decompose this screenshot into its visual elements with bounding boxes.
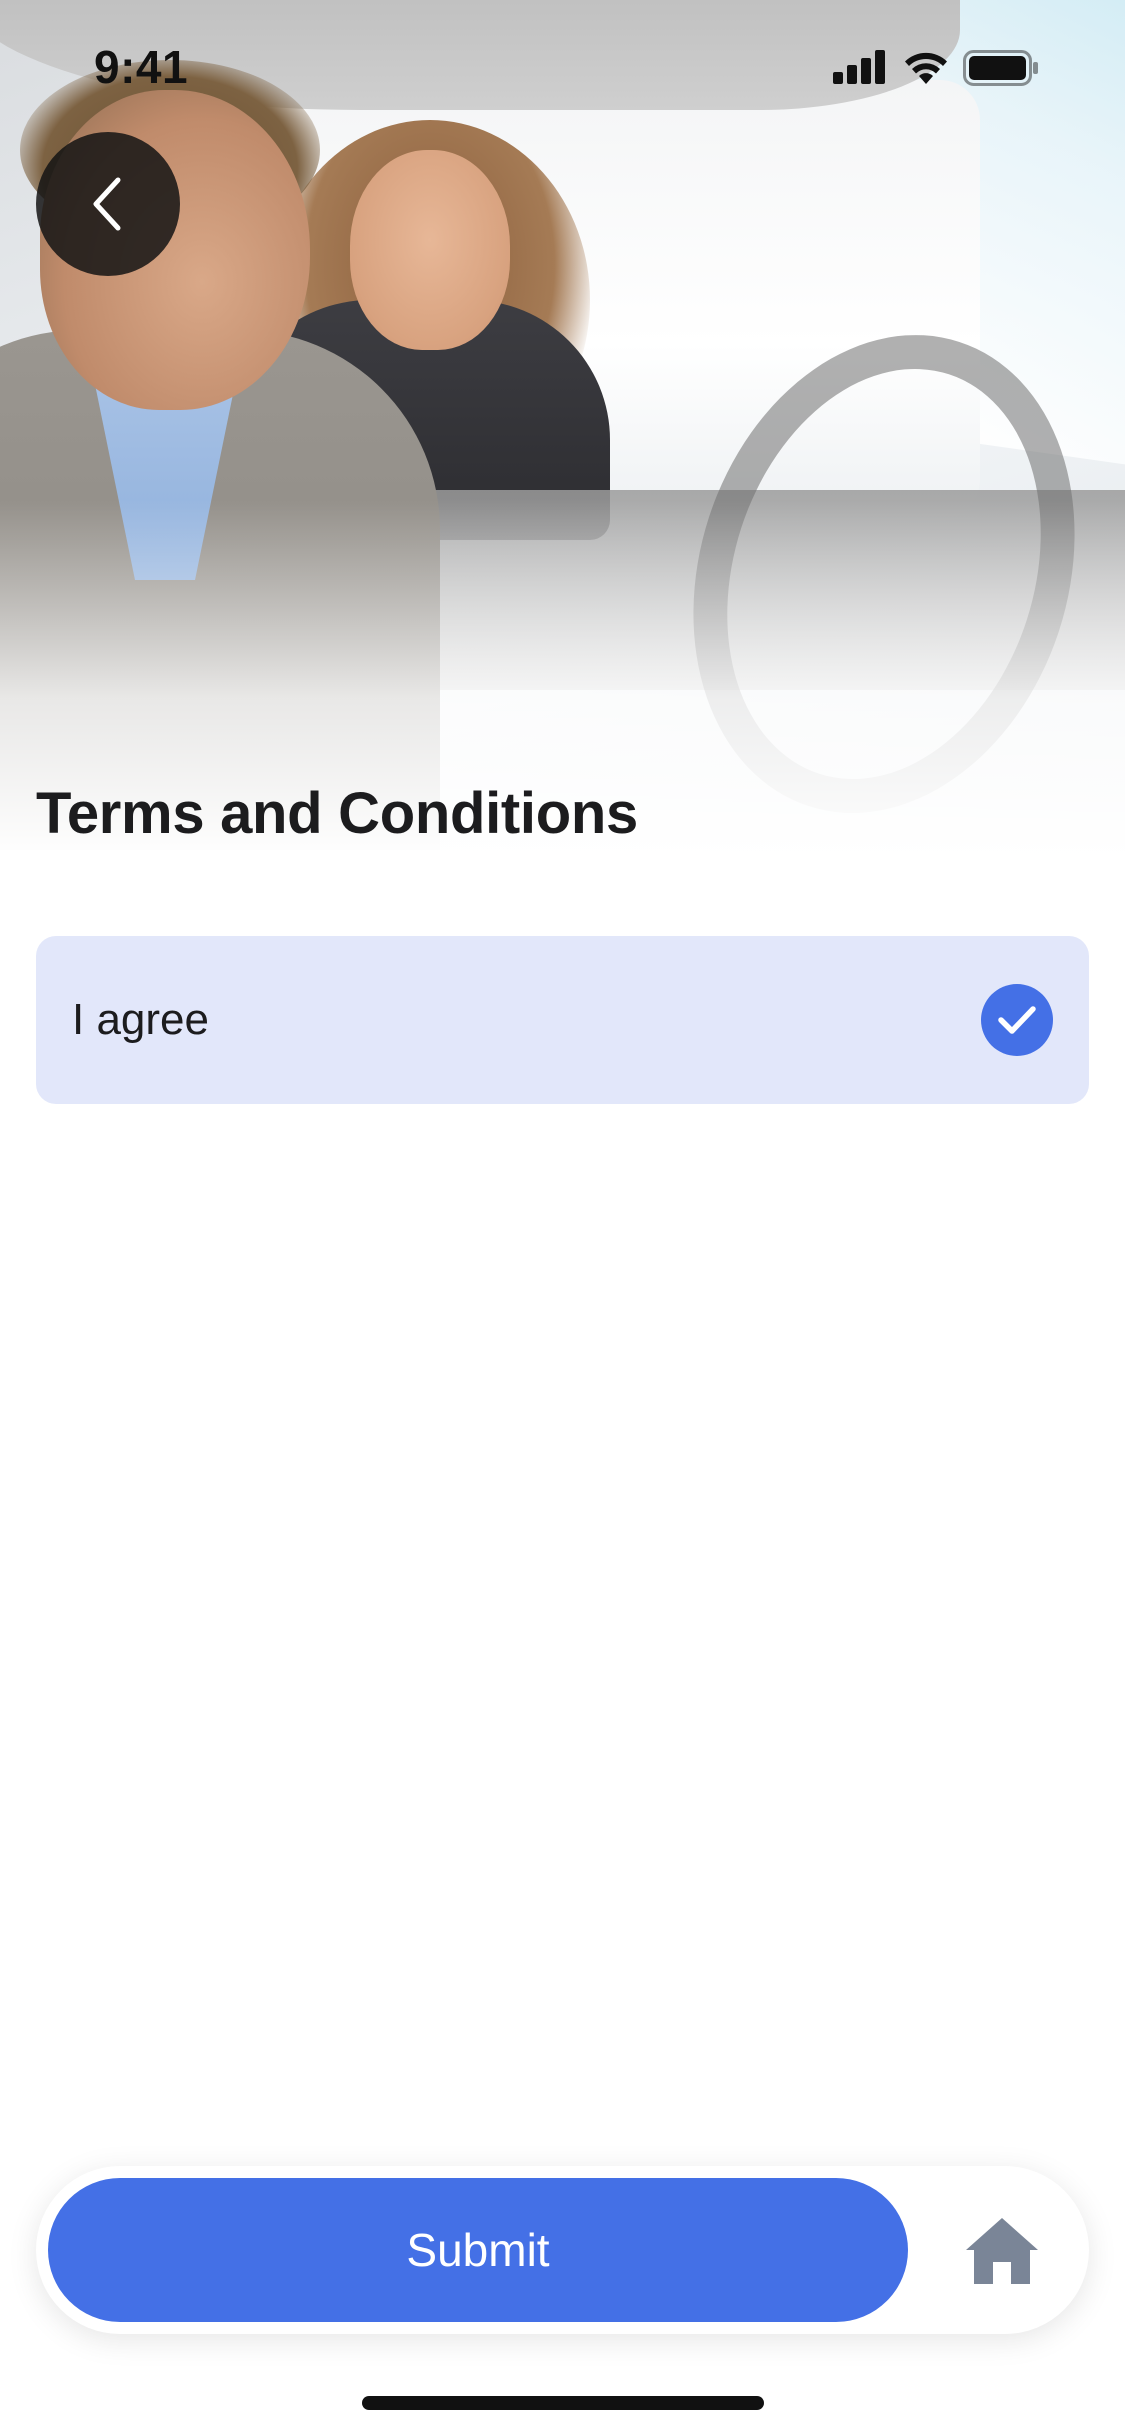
- agree-checkbox-option[interactable]: I agree: [36, 936, 1089, 1104]
- home-icon: [966, 2218, 1038, 2284]
- terms-screen: 9:41 Terms and Conditions I agree Submit: [0, 0, 1125, 2436]
- wifi-icon: [905, 52, 947, 84]
- submit-button[interactable]: Submit: [48, 2178, 908, 2322]
- back-button[interactable]: [36, 132, 180, 276]
- home-button[interactable]: [946, 2194, 1058, 2306]
- status-time: 9:41: [94, 41, 189, 93]
- chevron-left-icon: [93, 177, 121, 231]
- battery-icon: [963, 50, 1038, 86]
- status-icons: [833, 50, 1083, 90]
- bottom-action-bar: Submit: [36, 2166, 1089, 2334]
- home-indicator: [362, 2396, 764, 2410]
- checkmark-icon[interactable]: [981, 984, 1053, 1056]
- agree-label: I agree: [72, 995, 209, 1044]
- status-bar: 9:41: [0, 0, 1125, 132]
- signal-icon: [833, 50, 885, 84]
- page-title: Terms and Conditions: [36, 781, 638, 846]
